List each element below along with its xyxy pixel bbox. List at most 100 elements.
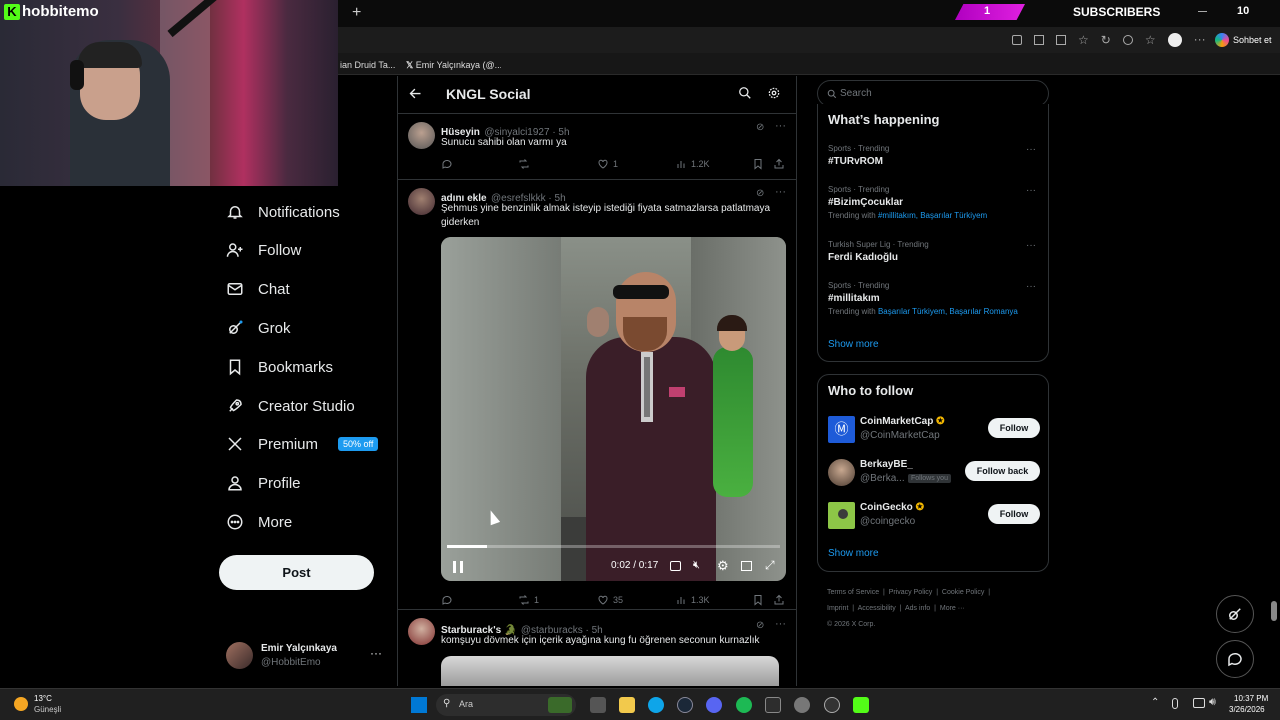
like-button[interactable]: 1 xyxy=(597,158,618,170)
favorite-item[interactable]: 𝕏 Emir Yalçınkaya (@... xyxy=(406,56,501,74)
taskbar-search[interactable]: ⚲ Ara xyxy=(436,694,576,716)
footer-link[interactable]: Ads info xyxy=(905,605,930,612)
views-button[interactable]: 1.2K xyxy=(675,158,710,170)
bookmark-button[interactable] xyxy=(752,594,764,606)
trend-item[interactable]: Sports · Trending #BizimÇocuklar Trendin… xyxy=(828,185,1040,220)
clock-time[interactable]: 10:37 PM xyxy=(1234,694,1268,703)
nav-creator-studio[interactable]: Creator Studio xyxy=(226,393,355,419)
tweet[interactable]: Starburack's 🐊 @starburacks · 5h ⊘ ··· k… xyxy=(398,610,796,686)
discord-icon[interactable] xyxy=(706,697,722,713)
new-tab-button[interactable]: + xyxy=(352,4,361,22)
follow-suggestion[interactable]: CoinGecko ✪ @coingecko Follow xyxy=(828,501,1040,531)
trend-more-icon[interactable]: ··· xyxy=(1026,240,1036,251)
nav-bookmarks[interactable]: Bookmarks xyxy=(226,354,333,380)
minimize-icon[interactable] xyxy=(1198,11,1207,12)
tweet-media[interactable] xyxy=(441,656,779,686)
nav-profile[interactable]: Profile xyxy=(226,470,301,496)
footer-link[interactable]: Accessibility xyxy=(858,605,896,612)
tweet[interactable]: Hüseyin @sinyalci1927 · 5h ⊘ ··· Sunucu … xyxy=(398,114,796,180)
grok-icon[interactable]: ⊘ xyxy=(756,122,764,133)
trend-more-icon[interactable]: ··· xyxy=(1026,281,1036,292)
windows-start-icon[interactable] xyxy=(411,697,427,713)
nav-follow[interactable]: Follow xyxy=(226,237,301,263)
grok-icon[interactable]: ⊘ xyxy=(756,188,764,199)
scrollbar[interactable] xyxy=(1270,76,1278,686)
search-icon[interactable] xyxy=(738,86,752,100)
avatar[interactable] xyxy=(408,188,435,215)
spotify-icon[interactable] xyxy=(736,697,752,713)
read-aloud-icon[interactable] xyxy=(1056,35,1066,45)
footer-link[interactable]: Cookie Policy xyxy=(942,589,984,596)
copilot-button[interactable]: Sohbet et xyxy=(1215,32,1272,48)
like-button[interactable]: 35 xyxy=(597,594,623,606)
search-input[interactable]: Search xyxy=(817,80,1049,107)
kick-app-icon[interactable] xyxy=(853,697,869,713)
nav-more[interactable]: More xyxy=(226,509,292,535)
avatar[interactable] xyxy=(408,122,435,149)
terminal-icon[interactable] xyxy=(765,697,781,713)
grok-icon[interactable]: ⊘ xyxy=(756,620,764,631)
clock-date[interactable]: 3/26/2026 xyxy=(1229,705,1265,714)
trend-more-icon[interactable]: ··· xyxy=(1026,185,1036,196)
pip-icon[interactable] xyxy=(741,561,752,571)
translate-icon[interactable] xyxy=(1034,35,1044,45)
video-scrubber[interactable] xyxy=(447,545,780,548)
more-icon[interactable]: ··· xyxy=(775,120,786,132)
show-more-link[interactable]: Show more xyxy=(828,548,879,559)
steam-icon[interactable] xyxy=(677,697,693,713)
avatar[interactable] xyxy=(408,618,435,645)
task-view-icon[interactable] xyxy=(590,697,606,713)
settings-icon[interactable] xyxy=(794,697,810,713)
retweet-button[interactable]: 1 xyxy=(518,594,539,606)
trend-item[interactable]: Turkish Super Lig · Trending Ferdi Kadıo… xyxy=(828,240,1040,263)
mute-icon[interactable]: 🔇︎ xyxy=(693,559,700,572)
profile-avatar-icon[interactable] xyxy=(1167,33,1182,47)
chat-floating-button[interactable] xyxy=(1216,640,1254,678)
footer-link[interactable]: More ··· xyxy=(940,605,965,612)
footer-link[interactable]: Imprint xyxy=(827,605,848,612)
account-menu-icon[interactable]: ··· xyxy=(370,646,382,660)
menu-dots-icon[interactable]: ··· xyxy=(1194,33,1206,47)
volume-icon[interactable]: 🔊︎ xyxy=(1209,696,1216,709)
footer-link[interactable]: Terms of Service xyxy=(827,589,879,596)
nav-premium[interactable]: Premium 50% off xyxy=(226,431,379,457)
views-button[interactable]: 1.3K xyxy=(675,594,710,606)
settings-icon[interactable]: ⚙︎ xyxy=(717,558,729,574)
extension-icon[interactable] xyxy=(1122,35,1133,45)
trend-more-icon[interactable]: ··· xyxy=(1026,144,1036,155)
post-button[interactable]: Post xyxy=(219,555,374,590)
collections-icon[interactable]: ☆ xyxy=(1145,33,1156,47)
nav-notifications[interactable]: Notifications xyxy=(226,199,340,225)
edge-browser-icon[interactable] xyxy=(648,697,664,713)
share-button[interactable] xyxy=(773,594,785,606)
retweet-button[interactable] xyxy=(518,158,534,170)
pause-icon[interactable] xyxy=(453,561,463,573)
more-icon[interactable]: ··· xyxy=(775,618,786,630)
file-explorer-icon[interactable] xyxy=(619,697,635,713)
toolbar-icons[interactable]: ☆ ↻ ☆ ··· xyxy=(1012,33,1207,47)
grok-floating-button[interactable] xyxy=(1216,595,1254,633)
video-player[interactable]: 0:02 / 0:17 🔇︎ ⚙︎ ⤢ xyxy=(441,237,786,581)
obs-icon[interactable] xyxy=(824,697,840,713)
fullscreen-icon[interactable]: ⤢ xyxy=(765,558,775,573)
favorite-star-icon[interactable]: ☆ xyxy=(1078,33,1089,47)
refresh-icon[interactable]: ↻ xyxy=(1101,33,1111,47)
microphone-icon[interactable] xyxy=(1172,698,1178,709)
bookmark-button[interactable] xyxy=(752,158,764,170)
reader-icon[interactable] xyxy=(1012,35,1022,45)
back-arrow-icon[interactable] xyxy=(408,86,423,101)
captions-icon[interactable] xyxy=(670,561,681,571)
follow-back-button[interactable]: Follow back xyxy=(965,461,1040,481)
follow-suggestion[interactable]: Ⓜ CoinMarketCap ✪ @CoinMarketCap Follow xyxy=(828,415,1040,445)
gear-icon[interactable] xyxy=(767,86,781,100)
network-icon[interactable] xyxy=(1193,698,1205,708)
scrollbar-thumb[interactable] xyxy=(1271,601,1277,621)
favorite-item[interactable]: ian Druid Ta... xyxy=(340,56,400,74)
nav-chat[interactable]: Chat xyxy=(226,276,290,302)
follow-suggestion[interactable]: BerkayBE_ @Berka... Follows you Follow b… xyxy=(828,458,1040,488)
share-button[interactable] xyxy=(773,158,785,170)
tweet[interactable]: adını ekle @esrefslkkk · 5h ⊘ ··· Şehmus… xyxy=(398,180,796,610)
reply-button[interactable] xyxy=(441,158,457,170)
tray-chevron-icon[interactable]: ⌃ xyxy=(1151,697,1159,708)
trend-item[interactable]: Sports · Trending #millitakım Trending w… xyxy=(828,281,1048,316)
